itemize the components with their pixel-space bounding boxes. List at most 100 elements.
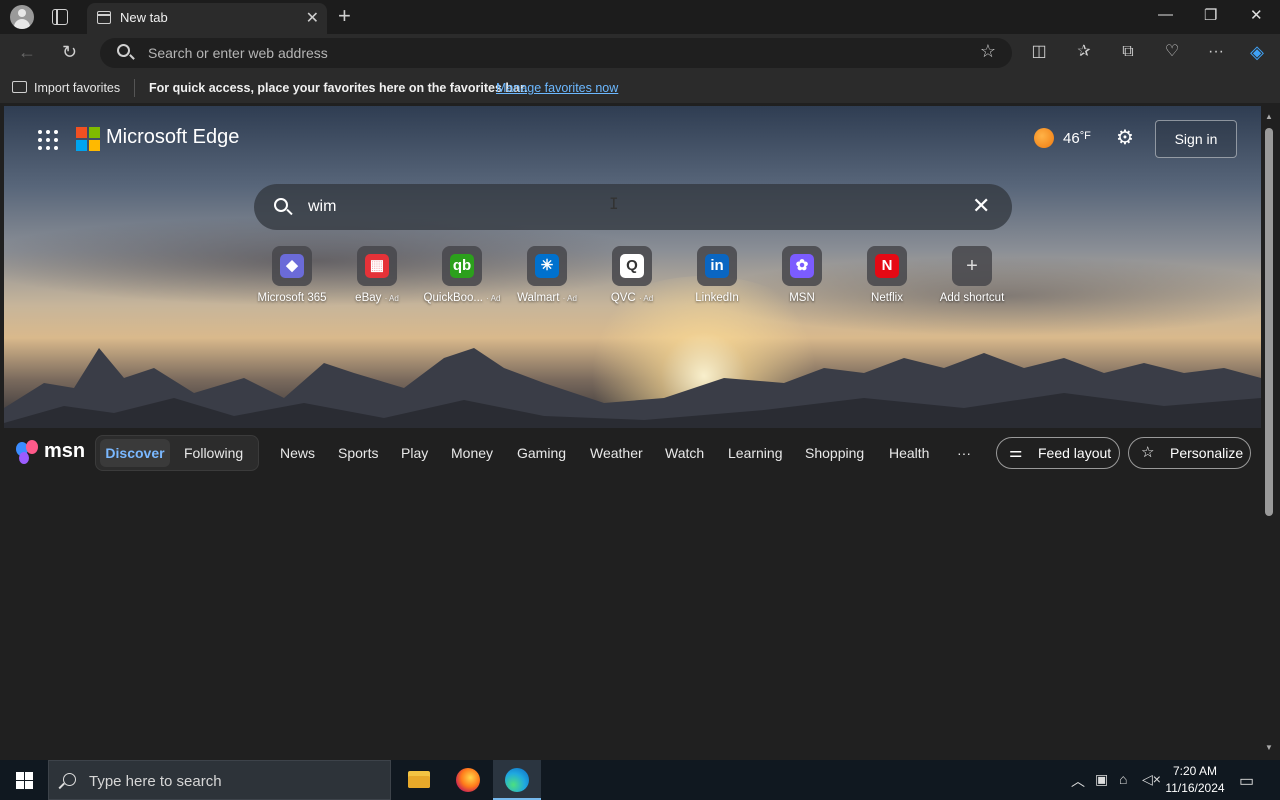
shortcut-tile[interactable]: ✳ [527, 246, 567, 286]
favorite-star-icon[interactable]: ☆ [980, 41, 996, 62]
shortcut-label: Microsoft 365 [250, 292, 334, 304]
sign-in-button[interactable]: Sign in [1155, 120, 1237, 158]
shortcut-logo-icon: qb [450, 254, 474, 278]
shortcut-tile[interactable]: Q [612, 246, 652, 286]
notifications-icon[interactable]: ▭ [1239, 771, 1254, 791]
msn-link-learning[interactable]: Learning [728, 445, 783, 461]
windows-start-icon[interactable] [16, 772, 33, 789]
firefox-icon[interactable] [444, 760, 492, 800]
back-arrow-icon[interactable]: ← [18, 42, 36, 63]
shortcut-ebay[interactable]: ▦ eBay · Ad [335, 246, 419, 304]
page-scrollbar[interactable]: ▲ ▼ [1262, 106, 1276, 754]
more-menu-icon[interactable]: ··· [1206, 42, 1226, 62]
clock-date: 11/16/2024 [1165, 781, 1225, 795]
favorites-icon[interactable]: ✰ [1074, 42, 1094, 62]
shortcut-label-text: Add shortcut [939, 292, 1005, 304]
feed-layout-button[interactable]: ⚌ Feed layout [996, 437, 1120, 469]
taskbar-search-box[interactable] [48, 760, 391, 800]
shortcut-label: QVC · Ad [590, 292, 674, 304]
msn-link-money[interactable]: Money [451, 445, 493, 461]
favorites-bar-message: For quick access, place your favorites h… [149, 81, 528, 95]
shortcut-logo-icon: in [705, 254, 729, 278]
weather-sun-icon[interactable] [1034, 128, 1054, 148]
device-status-icon[interactable]: ▣ [1095, 771, 1108, 788]
ad-badge: · Ad [562, 294, 577, 303]
refresh-icon[interactable]: ↻ [62, 42, 77, 63]
scroll-up-icon[interactable]: ▲ [1265, 112, 1273, 121]
web-search-input[interactable] [308, 196, 948, 218]
tab-new-tab[interactable]: New tab ✕ [87, 3, 327, 34]
clear-search-icon[interactable]: ✕ [972, 193, 990, 219]
tab-following[interactable]: Following [184, 445, 243, 461]
msn-link-gaming[interactable]: Gaming [517, 445, 566, 461]
copilot-icon[interactable]: ◈ [1247, 42, 1267, 62]
ad-badge: · Ad [384, 294, 399, 303]
scroll-down-icon[interactable]: ▼ [1265, 743, 1273, 752]
import-favorites-icon [12, 81, 27, 93]
msn-link-play[interactable]: Play [401, 445, 428, 461]
browser-essentials-icon[interactable]: ♡ [1162, 42, 1182, 62]
shortcut-add-shortcut[interactable]: + Add shortcut [930, 246, 1014, 304]
shortcut-tile[interactable]: ▦ [357, 246, 397, 286]
msn-link-news[interactable]: News [280, 445, 315, 461]
shortcut-tile[interactable]: + [952, 246, 992, 286]
show-hidden-icons-chevron-icon[interactable]: ︿ [1071, 771, 1085, 791]
shortcut-tile[interactable]: qb [442, 246, 482, 286]
scrollbar-thumb[interactable] [1265, 128, 1273, 516]
shortcut-quickboo[interactable]: qb QuickBoo... · Ad [420, 246, 504, 304]
tab-close-icon[interactable]: ✕ [306, 8, 319, 28]
address-input[interactable] [148, 43, 948, 63]
msn-logo-text[interactable]: msn [44, 440, 85, 463]
favorites-bar: Import favorites For quick access, place… [0, 72, 1280, 104]
collections-icon[interactable]: ⧉ [1118, 42, 1138, 62]
search-icon [117, 44, 130, 57]
system-clock[interactable]: 7:20 AM 11/16/2024 [1160, 763, 1230, 797]
network-icon[interactable]: ⌂ [1119, 771, 1127, 787]
tab-title: New tab [120, 10, 168, 25]
shortcut-qvc[interactable]: Q QVC · Ad [590, 246, 674, 304]
shortcut-microsoft-365[interactable]: ◆ Microsoft 365 [250, 246, 334, 304]
msn-link-shopping[interactable]: Shopping [805, 445, 864, 461]
more-links-button[interactable]: ··· [957, 445, 971, 461]
tab-discover[interactable]: Discover [100, 439, 170, 467]
shortcut-logo-icon: ✿ [790, 254, 814, 278]
address-bar[interactable]: ☆ [100, 38, 1012, 68]
shortcut-tile[interactable]: ◆ [272, 246, 312, 286]
tab-actions-icon[interactable] [52, 9, 68, 25]
import-favorites-button[interactable]: Import favorites [34, 81, 120, 95]
msn-link-watch[interactable]: Watch [665, 445, 704, 461]
divider [134, 79, 135, 97]
close-window-button[interactable]: ✕ [1250, 6, 1263, 24]
shortcut-label-text: QVC [610, 292, 636, 304]
minimize-button[interactable]: — [1158, 6, 1173, 23]
shortcut-label-text: MSN [789, 292, 815, 304]
edge-taskbar-icon[interactable] [493, 760, 541, 800]
shortcut-msn[interactable]: ✿ MSN [760, 246, 844, 304]
weather-temperature[interactable]: 46°F [1063, 130, 1091, 147]
restore-button[interactable]: ❐ [1204, 6, 1217, 24]
shortcut-linkedin[interactable]: in LinkedIn [675, 246, 759, 304]
shortcut-label: Walmart · Ad [505, 292, 589, 304]
new-tab-plus-icon[interactable]: + [338, 3, 351, 29]
shortcut-walmart[interactable]: ✳ Walmart · Ad [505, 246, 589, 304]
msn-link-sports[interactable]: Sports [338, 445, 378, 461]
split-screen-icon[interactable]: ◫ [1029, 42, 1049, 62]
shortcut-logo-icon: ✳ [535, 254, 559, 278]
shortcut-tile[interactable]: in [697, 246, 737, 286]
taskbar-search-input[interactable] [89, 771, 379, 791]
msn-link-weather[interactable]: Weather [590, 445, 643, 461]
manage-favorites-link[interactable]: Manage favorites now [496, 81, 618, 95]
shortcut-label-text: Walmart [517, 292, 560, 304]
shortcut-tile[interactable]: N [867, 246, 907, 286]
shortcut-netflix[interactable]: N Netflix [845, 246, 929, 304]
personalize-button[interactable]: ☆ Personalize [1128, 437, 1251, 469]
file-explorer-icon[interactable] [395, 760, 443, 800]
msn-link-health[interactable]: Health [889, 445, 929, 461]
search-icon [63, 773, 76, 786]
volume-muted-icon[interactable]: ◁× [1142, 771, 1161, 788]
apps-launcher-icon[interactable] [38, 130, 60, 152]
profile-avatar-icon[interactable] [10, 5, 34, 29]
settings-gear-icon[interactable]: ⚙ [1116, 128, 1136, 148]
shortcut-tile[interactable]: ✿ [782, 246, 822, 286]
web-search-box[interactable]: ✕ [254, 184, 1012, 230]
